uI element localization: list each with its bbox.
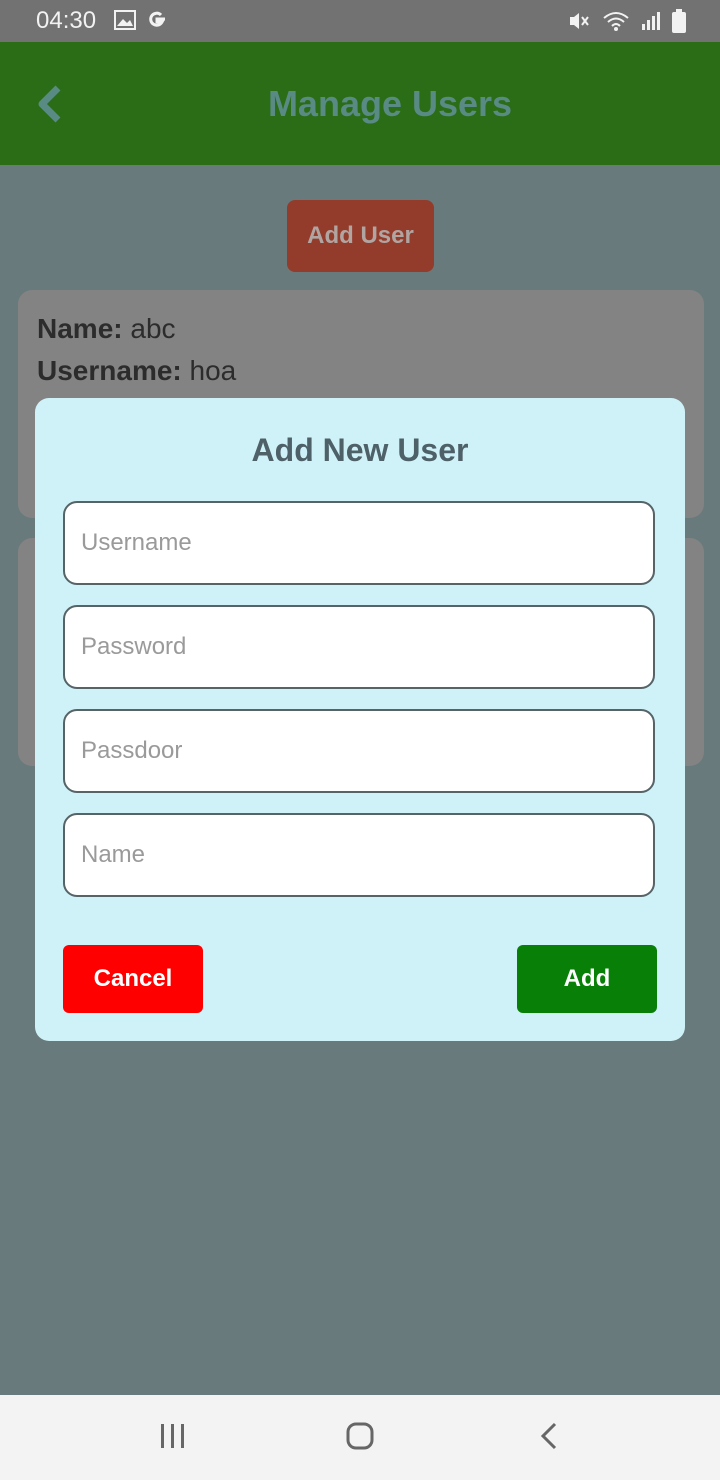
mute-icon [568, 10, 592, 32]
battery-icon [672, 9, 686, 33]
name-label: Name: [37, 313, 123, 344]
wifi-icon [602, 10, 630, 32]
status-left-icons [114, 9, 168, 31]
signal-icon [640, 10, 662, 32]
add-user-dialog: Add New User Cancel Add [35, 398, 685, 1041]
user-name-line: Name: abc [37, 312, 176, 346]
page-title: Manage Users [267, 83, 513, 124]
navigation-bar [0, 1395, 720, 1480]
password-field[interactable] [63, 605, 655, 689]
username-field[interactable] [63, 501, 655, 585]
back-icon[interactable] [535, 1421, 565, 1456]
status-time: 04:30 [36, 7, 97, 34]
cancel-button[interactable]: Cancel [63, 945, 203, 1013]
dialog-title: Add New User [251, 432, 469, 468]
username-label: Username: [37, 355, 182, 386]
name-value: abc [130, 313, 176, 344]
username-value: hoa [189, 355, 237, 386]
recent-apps-icon[interactable] [158, 1421, 188, 1456]
home-icon[interactable] [345, 1421, 375, 1456]
status-right-icons [568, 9, 686, 33]
passdoor-field[interactable] [63, 709, 655, 793]
add-button[interactable]: Add [517, 945, 657, 1013]
name-field[interactable] [63, 813, 655, 897]
user-username-line: Username: hoa [37, 354, 236, 388]
google-icon [146, 9, 168, 31]
add-user-button[interactable]: Add User [287, 200, 434, 272]
image-icon [114, 10, 136, 30]
status-bar: 04:30 [0, 0, 720, 42]
app-header: Manage Users [0, 42, 720, 165]
